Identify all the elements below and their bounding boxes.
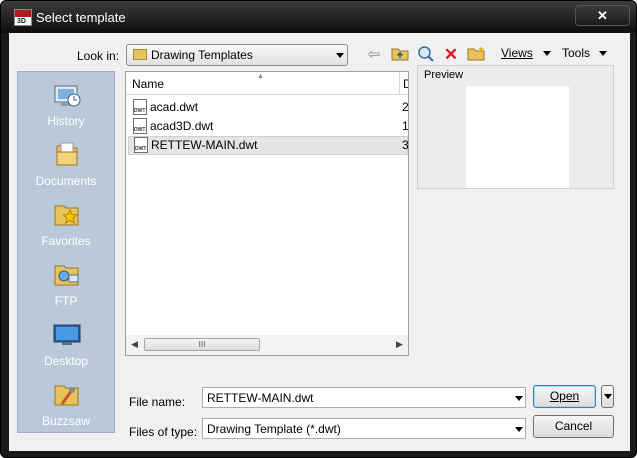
scroll-thumb[interactable]: III — [144, 338, 260, 351]
close-button[interactable]: ✕ — [575, 5, 630, 26]
dialog-body: Look in: Drawing Templates ⇦ ✕ Views Too… — [9, 33, 630, 451]
history-icon — [54, 85, 81, 107]
select-template-dialog: 3D Select template ✕ Look in: Drawing Te… — [0, 0, 637, 458]
place-ftp[interactable]: FTP — [18, 254, 114, 314]
chevron-down-icon — [515, 427, 523, 432]
buzzsaw-icon — [54, 385, 79, 406]
tools-menu[interactable]: Tools — [562, 46, 590, 60]
file-date: 1 — [402, 119, 409, 133]
open-button[interactable]: Open — [533, 385, 596, 408]
autocad-app-icon: 3D — [14, 9, 32, 26]
file-row[interactable]: DWT acad.dwt 2 — [128, 98, 408, 117]
open-options-button[interactable] — [601, 385, 614, 408]
horizontal-scrollbar[interactable]: ◀ III ▶ — [126, 335, 408, 355]
scroll-left-icon[interactable]: ◀ — [131, 339, 138, 350]
preview-label: Preview — [424, 69, 464, 81]
file-type-dropdown[interactable]: Drawing Template (*.dwt) — [202, 418, 526, 439]
dwt-file-icon: DWT — [133, 118, 147, 134]
place-favorites[interactable]: Favorites — [18, 194, 114, 254]
folder-icon — [133, 49, 147, 60]
file-row[interactable]: DWT acad3D.dwt 1 — [128, 117, 408, 136]
file-type-label: Files of type: — [129, 425, 198, 439]
look-in-value: Drawing Templates — [151, 48, 253, 62]
documents-icon — [56, 142, 78, 166]
sort-ascending-icon: ▲ — [257, 73, 264, 80]
file-date: 3 — [402, 138, 409, 152]
cancel-button[interactable]: Cancel — [533, 415, 614, 438]
look-in-label: Look in: — [77, 49, 120, 63]
up-folder-icon[interactable] — [390, 45, 410, 65]
tools-chevron-down-icon[interactable] — [599, 51, 607, 56]
file-name: acad3D.dwt — [150, 119, 214, 133]
chevron-down-icon — [604, 394, 612, 399]
file-list[interactable]: ▲ Name D DWT acad.dwt 2 DWT acad3D.dwt 1… — [125, 71, 409, 356]
chevron-down-icon — [336, 53, 344, 58]
window-title: Select template — [36, 10, 126, 25]
look-in-dropdown[interactable]: Drawing Templates — [126, 44, 348, 66]
column-header-date[interactable]: D — [403, 77, 408, 91]
places-bar: History Documents Favorites FTP Desktop … — [17, 71, 115, 433]
favorites-icon — [54, 205, 79, 226]
place-documents[interactable]: Documents — [18, 134, 114, 194]
file-row-selected[interactable]: DWT RETTEW-MAIN.dwt 3 — [128, 136, 408, 155]
delete-icon[interactable]: ✕ — [441, 45, 461, 65]
file-name: acad.dwt — [150, 100, 199, 114]
chevron-down-icon[interactable] — [515, 396, 523, 401]
views-chevron-down-icon[interactable] — [543, 51, 551, 56]
place-buzzsaw[interactable]: Buzzsaw — [18, 374, 114, 434]
search-web-icon[interactable] — [416, 45, 436, 65]
file-list-header: ▲ Name D — [126, 72, 408, 95]
file-name-field[interactable]: RETTEW-MAIN.dwt — [202, 387, 526, 408]
file-name-label: File name: — [129, 395, 186, 409]
back-icon[interactable]: ⇦ — [364, 45, 384, 65]
views-menu[interactable]: Views — [501, 46, 533, 60]
file-type-value: Drawing Template (*.dwt) — [207, 422, 341, 436]
scroll-right-icon[interactable]: ▶ — [396, 339, 403, 350]
file-name: RETTEW-MAIN.dwt — [151, 138, 258, 152]
close-icon: ✕ — [597, 8, 608, 23]
file-date: 2 — [402, 100, 409, 114]
new-folder-icon[interactable] — [466, 45, 486, 65]
preview-image — [466, 86, 569, 188]
place-desktop[interactable]: Desktop — [18, 314, 114, 374]
file-name-value: RETTEW-MAIN.dwt — [207, 391, 314, 405]
preview-panel: Preview — [417, 65, 614, 189]
place-history[interactable]: History — [18, 74, 114, 134]
column-header-name[interactable]: Name — [132, 77, 164, 91]
title-bar[interactable]: 3D Select template ✕ — [1, 1, 636, 33]
dwt-file-icon: DWT — [134, 137, 148, 153]
dwt-file-icon: DWT — [133, 99, 147, 115]
desktop-icon — [53, 324, 81, 345]
ftp-icon — [54, 265, 79, 286]
